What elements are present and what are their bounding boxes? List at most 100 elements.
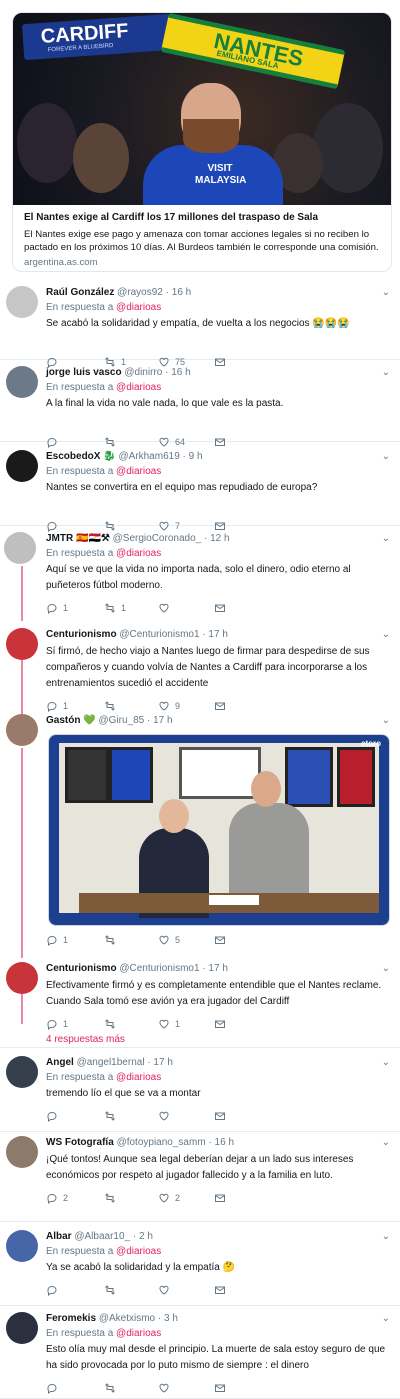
like-button[interactable] <box>158 1284 175 1296</box>
author-handle[interactable]: @rayos92 <box>117 287 163 298</box>
author-name[interactable]: EscobedoX 🐉 <box>46 451 116 462</box>
dm-button[interactable] <box>214 1110 226 1122</box>
like-button[interactable] <box>158 602 175 614</box>
tweet-time[interactable]: · 17 h <box>202 963 228 974</box>
tweet-time[interactable]: · 17 h <box>202 629 228 640</box>
chevron-down-icon[interactable]: ⌄ <box>382 1137 390 1148</box>
chevron-down-icon[interactable]: ⌄ <box>382 1057 390 1068</box>
author-name[interactable]: Centurionismo <box>46 629 117 640</box>
like-button[interactable] <box>158 1382 175 1394</box>
author-handle[interactable]: @Arkham619 <box>118 451 179 462</box>
chevron-down-icon[interactable]: ⌄ <box>382 451 390 462</box>
tweet[interactable]: Raúl González @rayos92 · 16 h ⌄ En respues… <box>0 282 400 368</box>
avatar[interactable] <box>6 1230 38 1262</box>
chevron-down-icon[interactable]: ⌄ <box>382 533 390 544</box>
reply-handle-link[interactable]: @diarioas <box>116 1328 161 1339</box>
retweet-button[interactable]: 1 <box>104 602 126 614</box>
reply-handle-link[interactable]: @diarioas <box>116 382 161 393</box>
like-button[interactable]: 2 <box>158 1192 180 1204</box>
tweet[interactable]: Albar @Albaar10_ · 2 h ⌄ En respuesta a @d… <box>0 1226 400 1306</box>
retweet-button[interactable] <box>104 1018 121 1030</box>
reply-button[interactable] <box>46 1284 63 1296</box>
retweet-button[interactable] <box>104 934 121 946</box>
retweet-button[interactable] <box>104 1192 121 1204</box>
dm-button[interactable] <box>214 934 226 946</box>
avatar[interactable] <box>6 450 38 482</box>
author-handle[interactable]: @fotoypiano_samm <box>117 1137 206 1148</box>
chevron-down-icon[interactable]: ⌄ <box>382 1313 390 1324</box>
chevron-down-icon[interactable]: ⌄ <box>382 1231 390 1242</box>
author-name[interactable]: Gastón 💚 <box>46 715 96 726</box>
tweet[interactable]: WS Fotografía @fotoypiano_samm · 16 h ⌄ ¡Q… <box>0 1132 400 1222</box>
tweet-time[interactable]: · 3 h <box>158 1313 178 1324</box>
tweet-time[interactable]: · 16 h <box>208 1137 234 1148</box>
reply-handle-link[interactable]: @diarioas <box>116 466 161 477</box>
author-handle[interactable]: @Aketxismo <box>99 1313 155 1324</box>
avatar[interactable] <box>4 532 36 564</box>
author-name[interactable]: Centurionismo <box>46 963 117 974</box>
reply-button[interactable] <box>46 1382 63 1394</box>
author-name[interactable]: Feromekis <box>46 1313 96 1324</box>
author-name[interactable]: Raúl González <box>46 287 114 298</box>
reply-handle-link[interactable]: @diarioas <box>116 548 161 559</box>
avatar[interactable] <box>6 286 38 318</box>
author-handle[interactable]: @Giru_85 <box>98 715 144 726</box>
retweet-button[interactable] <box>104 1382 121 1394</box>
author-handle[interactable]: @Centurionismo1 <box>119 963 199 974</box>
tweet-time[interactable]: · 16 h <box>165 367 191 378</box>
avatar[interactable] <box>6 1136 38 1168</box>
reply-handle-link[interactable]: @diarioas <box>116 302 161 313</box>
author-name[interactable]: jorge luis vasco <box>46 367 122 378</box>
author-handle[interactable]: @angel1bernal <box>77 1057 145 1068</box>
retweet-button[interactable] <box>104 1284 121 1296</box>
author-name[interactable]: Albar <box>46 1231 72 1242</box>
link-preview-card[interactable]: CARDIFF FOREVER A BLUEBIRD NANTES EMILIA… <box>12 12 392 272</box>
like-button[interactable]: 5 <box>158 934 180 946</box>
avatar[interactable] <box>6 962 38 994</box>
like-button[interactable]: 1 <box>158 1018 180 1030</box>
tweet[interactable]: JMTR 🇪🇸🇪🇬⚒ @SergioCoronado_ · 12 h ⌄ En re… <box>0 528 400 620</box>
chevron-down-icon[interactable]: ⌄ <box>382 629 390 640</box>
tweet-time[interactable]: · 17 h <box>147 715 173 726</box>
author-handle[interactable]: @dinirro <box>124 367 162 378</box>
reply-handle-link[interactable]: @diarioas <box>116 1072 161 1083</box>
author-handle[interactable]: @Albaar10_ <box>74 1231 130 1242</box>
author-name[interactable]: JMTR 🇪🇸🇪🇬⚒ <box>46 533 110 544</box>
tweet-time[interactable]: · 9 h <box>183 451 203 462</box>
avatar[interactable] <box>6 1312 38 1344</box>
chevron-down-icon[interactable]: ⌄ <box>382 287 390 298</box>
dm-button[interactable] <box>214 1018 226 1030</box>
like-button[interactable] <box>158 1110 175 1122</box>
reply-button[interactable]: 1 <box>46 1018 68 1030</box>
reply-button[interactable]: 1 <box>46 602 68 614</box>
author-name[interactable]: WS Fotografía <box>46 1137 114 1148</box>
chevron-down-icon[interactable]: ⌄ <box>382 367 390 378</box>
author-name[interactable]: Angel <box>46 1057 74 1068</box>
tweet-time[interactable]: · 12 h <box>204 533 230 544</box>
tweet[interactable]: jorge luis vasco @dinirro · 16 h ⌄ En resp… <box>0 362 400 448</box>
reply-button[interactable]: 1 <box>46 934 68 946</box>
retweet-button[interactable] <box>104 1110 121 1122</box>
dm-button[interactable] <box>214 1284 226 1296</box>
tweet[interactable]: Angel @angel1bernal · 17 h ⌄ En respuesta … <box>0 1052 400 1132</box>
reply-handle-link[interactable]: @diarioas <box>116 1246 161 1257</box>
dm-button[interactable] <box>214 1382 226 1394</box>
dm-button[interactable] <box>214 1192 226 1204</box>
tweet-time[interactable]: · 2 h <box>133 1231 153 1242</box>
avatar[interactable] <box>6 714 38 746</box>
chevron-down-icon[interactable]: ⌄ <box>382 715 390 726</box>
tweet-photo[interactable]: etoro <box>48 734 390 926</box>
avatar[interactable] <box>6 366 38 398</box>
tweet[interactable]: Feromekis @Aketxismo · 3 h ⌄ En respuesta … <box>0 1308 400 1399</box>
reply-button[interactable]: 2 <box>46 1192 68 1204</box>
avatar[interactable] <box>6 1056 38 1088</box>
tweet[interactable]: Centurionismo @Centurionismo1 · 17 h ⌄ Sí … <box>0 624 400 712</box>
author-handle[interactable]: @SergioCoronado_ <box>113 533 202 544</box>
dm-button[interactable] <box>214 602 226 614</box>
more-replies-link[interactable]: 4 respuestas más <box>46 1034 125 1045</box>
tweet-time[interactable]: · 17 h <box>147 1057 173 1068</box>
tweet-time[interactable]: · 16 h <box>166 287 192 298</box>
reply-button[interactable] <box>46 1110 63 1122</box>
tweet[interactable]: EscobedoX 🐉 @Arkham619 · 9 h ⌄ En respuest… <box>0 446 400 532</box>
chevron-down-icon[interactable]: ⌄ <box>382 963 390 974</box>
